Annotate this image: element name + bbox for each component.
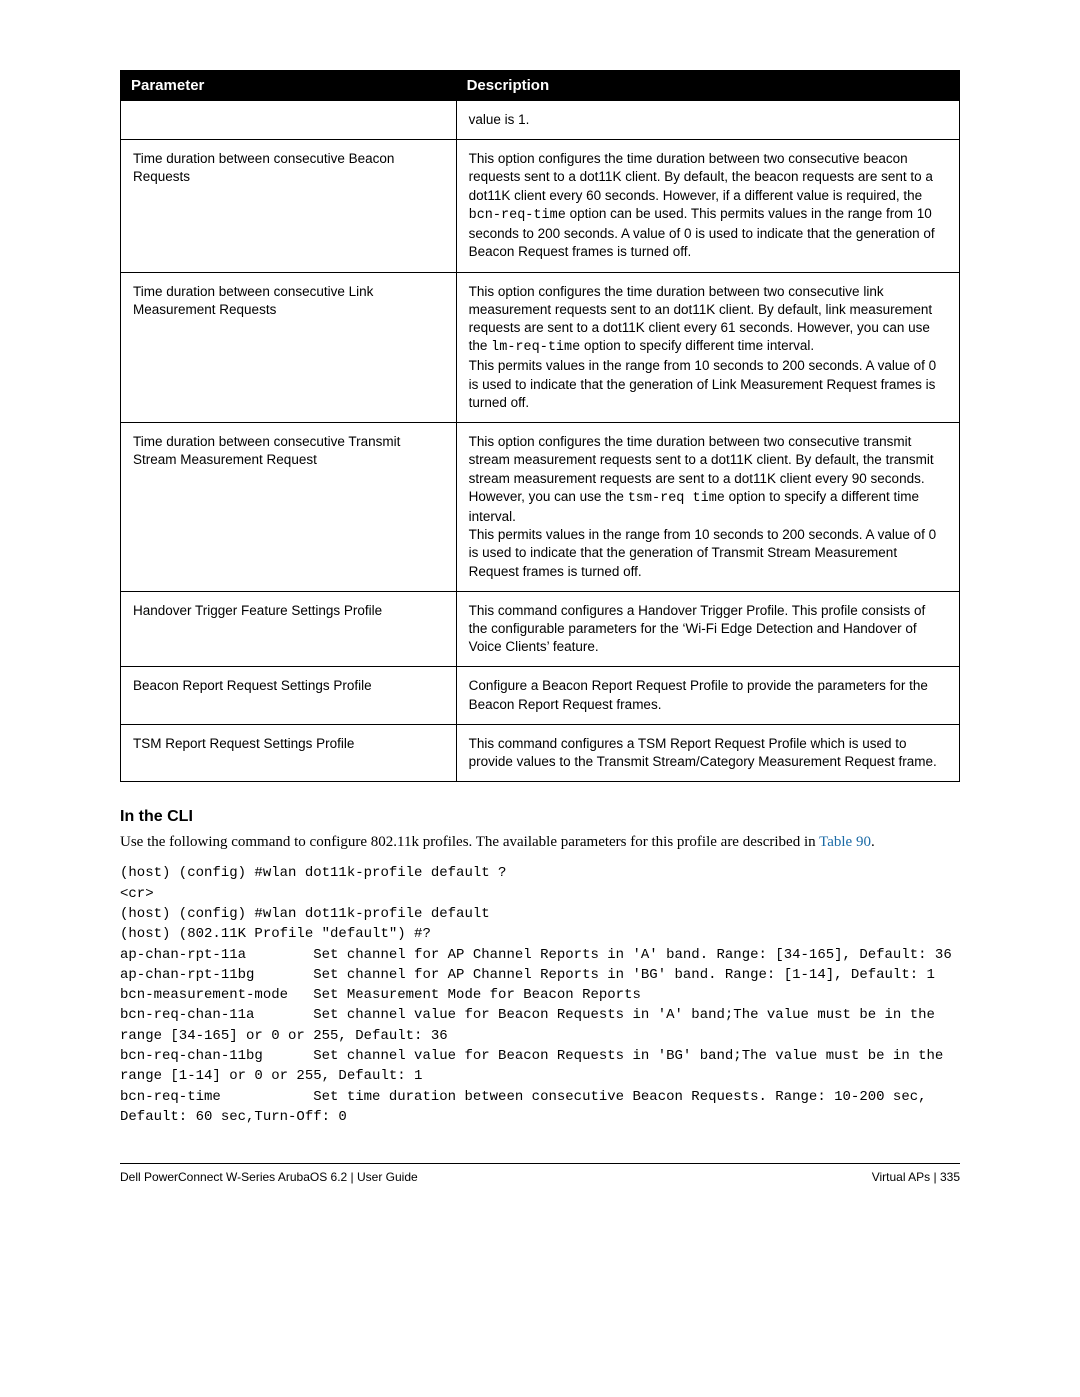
table-reference-link[interactable]: Table 90: [819, 834, 871, 850]
table-header-description: Description: [456, 71, 959, 101]
cell-description: This command configures a TSM Report Req…: [456, 724, 959, 781]
cell-description: This option configures the time duration…: [456, 272, 959, 423]
cell-description: value is 1.: [456, 101, 959, 140]
section-heading: In the CLI: [120, 808, 960, 826]
cell-parameter: Time duration between consecutive Beacon…: [121, 140, 457, 272]
cell-parameter: Beacon Report Request Settings Profile: [121, 667, 457, 724]
footer-left: Dell PowerConnect W-Series ArubaOS 6.2 |…: [120, 1170, 418, 1184]
intro-text-prefix: Use the following command to configure 8…: [120, 834, 819, 850]
table-body: value is 1.Time duration between consecu…: [121, 101, 960, 782]
table-row: value is 1.: [121, 101, 960, 140]
table-row: Time duration between consecutive Beacon…: [121, 140, 960, 272]
cell-description: This option configures the time duration…: [456, 423, 959, 592]
cell-parameter: Time duration between consecutive Transm…: [121, 423, 457, 592]
page-footer: Dell PowerConnect W-Series ArubaOS 6.2 |…: [120, 1163, 960, 1184]
cell-parameter: TSM Report Request Settings Profile: [121, 724, 457, 781]
table-header-parameter: Parameter: [121, 71, 457, 101]
cell-description: This command configures a Handover Trigg…: [456, 591, 959, 667]
section-intro: Use the following command to configure 8…: [120, 832, 960, 853]
cell-parameter: Handover Trigger Feature Settings Profil…: [121, 591, 457, 667]
table-row: Time duration between consecutive Link M…: [121, 272, 960, 423]
table-row: Handover Trigger Feature Settings Profil…: [121, 591, 960, 667]
cell-parameter: Time duration between consecutive Link M…: [121, 272, 457, 423]
cell-parameter: [121, 101, 457, 140]
table-row: Time duration between consecutive Transm…: [121, 423, 960, 592]
table-row: Beacon Report Request Settings ProfileCo…: [121, 667, 960, 724]
parameters-table: Parameter Description value is 1.Time du…: [120, 70, 960, 782]
cell-description: Configure a Beacon Report Request Profil…: [456, 667, 959, 724]
page: Parameter Description value is 1.Time du…: [0, 0, 1080, 1214]
cell-description: This option configures the time duration…: [456, 140, 959, 272]
footer-right: Virtual APs | 335: [872, 1170, 960, 1184]
cli-block: (host) (config) #wlan dot11k-profile def…: [120, 863, 960, 1127]
intro-text-suffix: .: [871, 834, 875, 850]
table-row: TSM Report Request Settings ProfileThis …: [121, 724, 960, 781]
